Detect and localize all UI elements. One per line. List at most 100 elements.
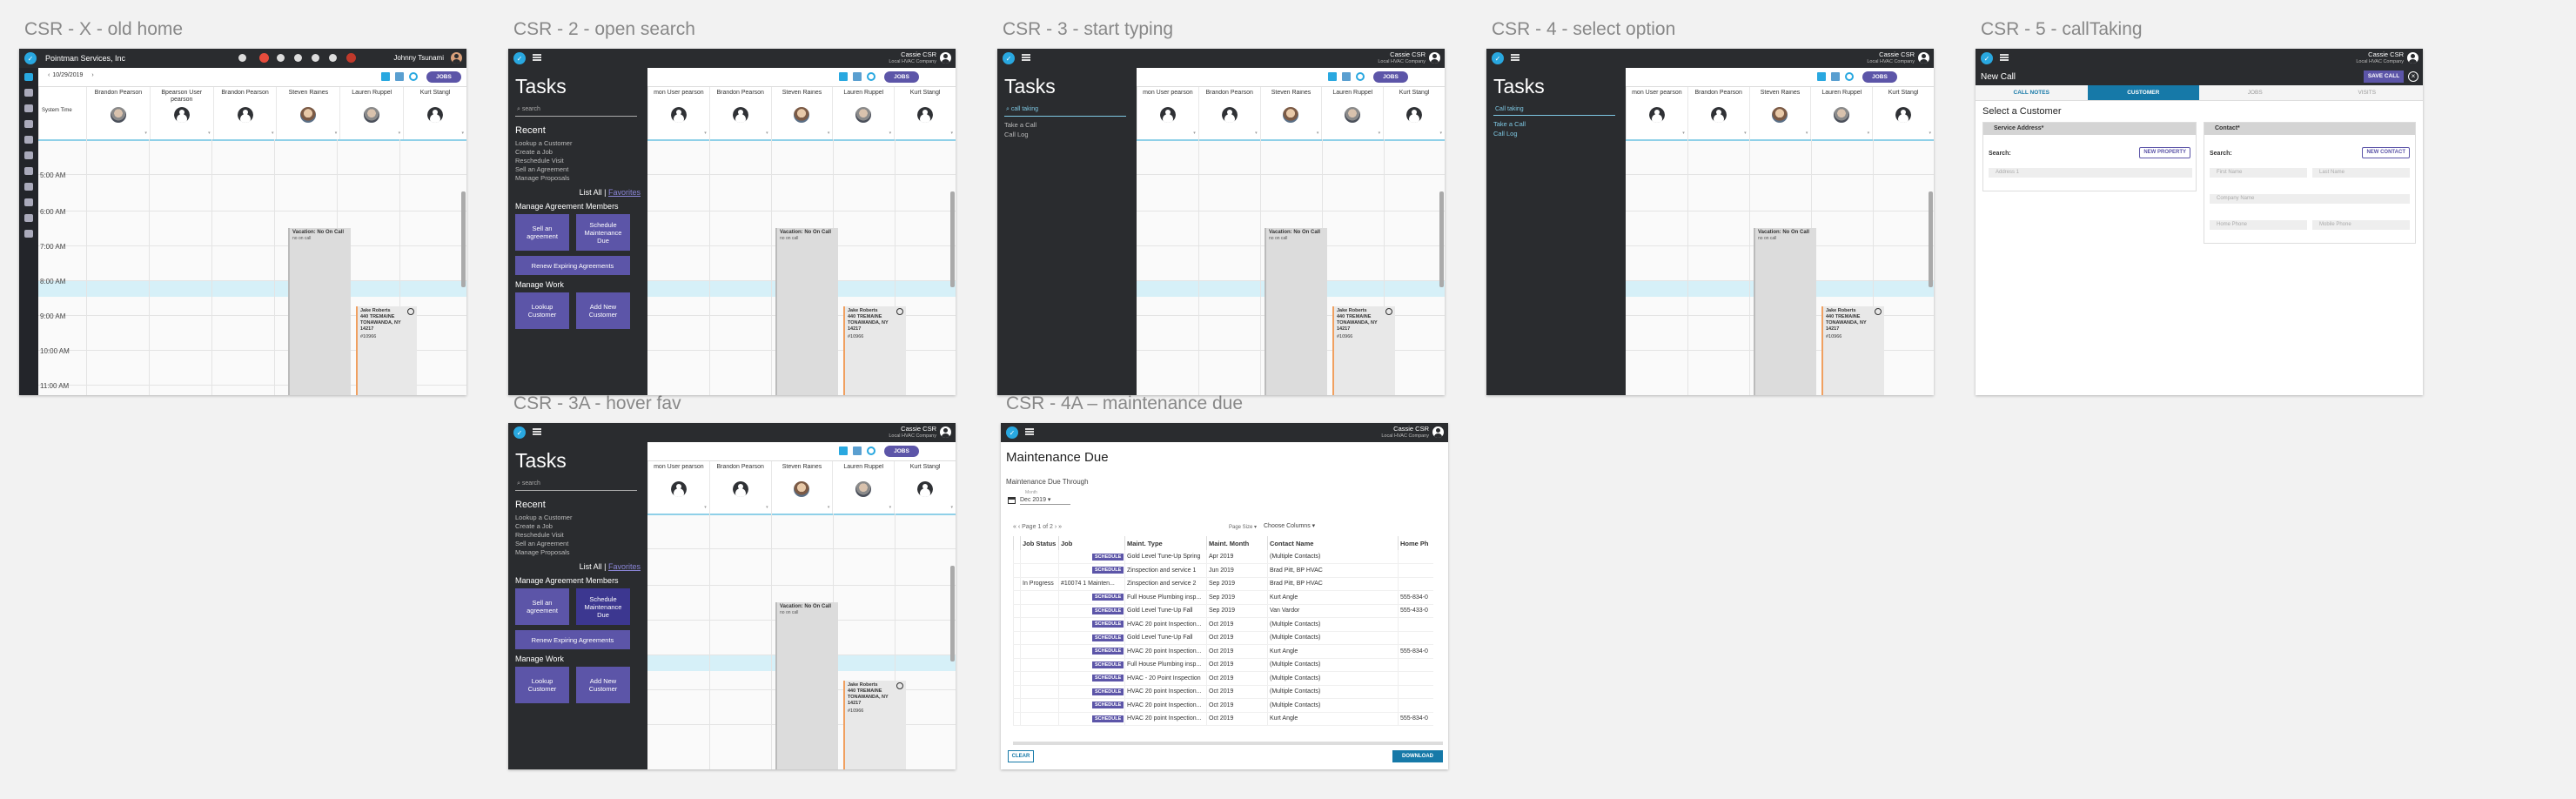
calendar-view-icon[interactable] (1328, 72, 1337, 81)
tech-column[interactable]: Steven Raines ▾ (1748, 87, 1811, 139)
row-checkbox[interactable] (1013, 658, 1021, 672)
horizontal-scrollbar[interactable] (1013, 742, 1443, 745)
page-size-select[interactable]: Page Size ▾ (1229, 524, 1257, 530)
refresh-icon[interactable] (409, 72, 418, 81)
row-checkbox[interactable] (1013, 550, 1021, 564)
user-block[interactable]: Cassie CSR Local HVAC Company (1867, 51, 1915, 65)
schedule-button[interactable]: SCHEDULE (1092, 553, 1124, 561)
recent-item[interactable]: Create a Job (515, 148, 641, 157)
tech-column[interactable]: mon User pearson ▾ (647, 461, 709, 514)
tech-column[interactable]: Brandon Pearson ▾ (212, 87, 277, 139)
user-avatar-icon[interactable] (1429, 52, 1440, 64)
jobs-button[interactable]: JOBS (1862, 71, 1897, 83)
tech-column[interactable]: mon User pearson ▾ (1137, 87, 1198, 139)
table-row[interactable]: SCHEDULE Gold Level Tune-Up Fall Sep 2019 V… (1013, 604, 1433, 618)
column-header[interactable]: Maint. Type (1124, 536, 1207, 550)
schedule-button[interactable]: SCHEDULE (1092, 648, 1124, 655)
list-all-link[interactable]: List All (580, 188, 602, 197)
recent-item[interactable]: Manage Proposals (515, 174, 641, 183)
refresh-icon[interactable] (1845, 72, 1854, 81)
recent-item[interactable]: Lookup a Customer (515, 514, 641, 522)
clear-button[interactable]: CLEAR (1008, 750, 1034, 762)
list-view-icon[interactable] (853, 446, 862, 455)
tech-column[interactable]: Steven Raines ▾ (1259, 87, 1322, 139)
list-all-link[interactable]: List All (580, 562, 602, 571)
recent-item[interactable]: Sell an Agreement (515, 165, 641, 174)
job-card[interactable]: Jake Roberts 440 TREMAINE TONAWANDA, NY 142… (1332, 306, 1395, 395)
tech-column[interactable]: Steven Raines ▾ (770, 87, 833, 139)
schedule-grid[interactable]: Vacation: No On Call no on call Jake Robe… (1626, 139, 1934, 395)
date-picker[interactable]: ‹ 10/29/2019 › (45, 72, 97, 78)
user-avatar-icon[interactable] (940, 52, 951, 64)
brand-logo-icon[interactable]: ✓ (513, 52, 526, 64)
row-checkbox[interactable] (1013, 671, 1021, 686)
recent-item[interactable]: Create a Job (515, 522, 641, 531)
job-card[interactable]: Jake Roberts 440 TREMAINE TONAWANDA, NY 142… (356, 306, 417, 395)
list-view-icon[interactable] (853, 72, 862, 81)
column-header[interactable]: Contact Name (1267, 536, 1399, 550)
table-row[interactable]: SCHEDULE HVAC 20 point Inspection... Oct 2… (1013, 685, 1433, 699)
favorites-link[interactable]: Favorites (608, 188, 641, 197)
brand-logo-icon[interactable]: ✓ (1003, 52, 1015, 64)
row-checkbox[interactable] (1013, 590, 1021, 605)
tech-column[interactable]: Brandon Pearson ▾ (1687, 87, 1749, 139)
tech-column[interactable]: Steven Raines ▾ (276, 87, 339, 139)
calendar-icon[interactable] (1008, 497, 1016, 504)
favorites-link[interactable]: Favorites (608, 562, 641, 571)
user-block[interactable]: Cassie CSR Local HVAC Company (889, 426, 936, 440)
table-row[interactable]: SCHEDULE Full House Plumbing insp... Oct 2… (1013, 658, 1433, 672)
table-row[interactable]: SCHEDULE HVAC - 20 Point Inspection Oct 20… (1013, 671, 1433, 686)
schedule-button[interactable]: SCHEDULE (1092, 634, 1124, 641)
scrollbar[interactable] (950, 191, 955, 287)
user-avatar[interactable] (451, 52, 462, 64)
recent-item[interactable]: Lookup a Customer (515, 139, 641, 148)
user-block[interactable]: Cassie CSR Local HVAC Company (2356, 51, 2404, 65)
brand-logo-icon[interactable]: ✓ (1006, 426, 1018, 439)
job-card[interactable]: Jake Roberts 440 TREMAINE TONAWANDA, NY 142… (843, 306, 906, 395)
add-icon[interactable] (294, 54, 302, 62)
search-icon[interactable] (238, 54, 246, 62)
user-block[interactable]: Cassie CSR Local HVAC Company (1378, 51, 1426, 65)
brand-logo-icon[interactable]: ✓ (1981, 52, 1993, 64)
sell-agreement-button[interactable]: Sell an agreement (515, 588, 569, 625)
jobs-button[interactable]: JOBS (884, 446, 919, 457)
recent-item[interactable]: Sell an Agreement (515, 540, 641, 548)
save-call-button[interactable]: SAVE CALL (2364, 70, 2404, 83)
search-option[interactable]: Call Log (1493, 129, 1619, 138)
schedule-maintenance-button[interactable]: Schedule Maintenance Due (576, 588, 630, 625)
home-phone-input[interactable]: Home Phone (2210, 220, 2307, 230)
tech-column[interactable]: Brandon Pearson ▾ (708, 461, 771, 514)
row-checkbox[interactable] (1013, 563, 1021, 578)
add-customer-button[interactable]: Add New Customer (576, 292, 630, 329)
alert-icon[interactable] (346, 53, 356, 63)
menu-icon[interactable] (2000, 54, 2009, 61)
jobs-button[interactable]: JOBS (1373, 71, 1408, 83)
choose-columns-select[interactable]: Choose Columns ▾ (1264, 522, 1315, 529)
address-input[interactable]: Address 1 (1989, 168, 2192, 178)
task-search-input[interactable]: Call taking (1493, 104, 1615, 116)
job-cell[interactable]: #10074 1 Mainten... (1058, 577, 1125, 591)
month-select[interactable]: Dec 2019 ▾ (1020, 496, 1070, 505)
tech-column[interactable]: Lauren Ruppel ▾ (1321, 87, 1383, 139)
schedule-button[interactable]: SCHEDULE (1092, 607, 1124, 614)
schedule-button[interactable]: SCHEDULE (1092, 715, 1124, 722)
menu-icon[interactable] (1025, 428, 1034, 435)
first-name-input[interactable]: First Name (2210, 168, 2307, 178)
search-option[interactable]: Call Log (1004, 130, 1130, 139)
scrollbar[interactable] (1929, 191, 1933, 287)
row-checkbox[interactable] (1013, 712, 1021, 726)
briefcase-icon[interactable] (24, 104, 33, 112)
column-header[interactable]: Job (1058, 536, 1125, 550)
schedule-button[interactable]: SCHEDULE (1092, 702, 1124, 709)
tech-column[interactable]: Kurt Stangl ▾ (1383, 87, 1445, 139)
document-icon[interactable] (24, 120, 33, 128)
lookup-customer-button[interactable]: Lookup Customer (515, 292, 569, 329)
menu-icon[interactable] (533, 428, 541, 435)
column-header[interactable]: Job Status (1020, 536, 1059, 550)
menu-icon[interactable] (1511, 54, 1519, 61)
list-icon[interactable] (24, 151, 33, 159)
table-row[interactable]: SCHEDULE Gold Level Tune-Up Fall Oct 2019(… (1013, 631, 1433, 645)
company-name-input[interactable]: Company Name (2210, 194, 2410, 204)
user-name[interactable]: Johnny Tsunami (393, 54, 444, 62)
search-option[interactable]: Take a Call (1004, 120, 1130, 130)
